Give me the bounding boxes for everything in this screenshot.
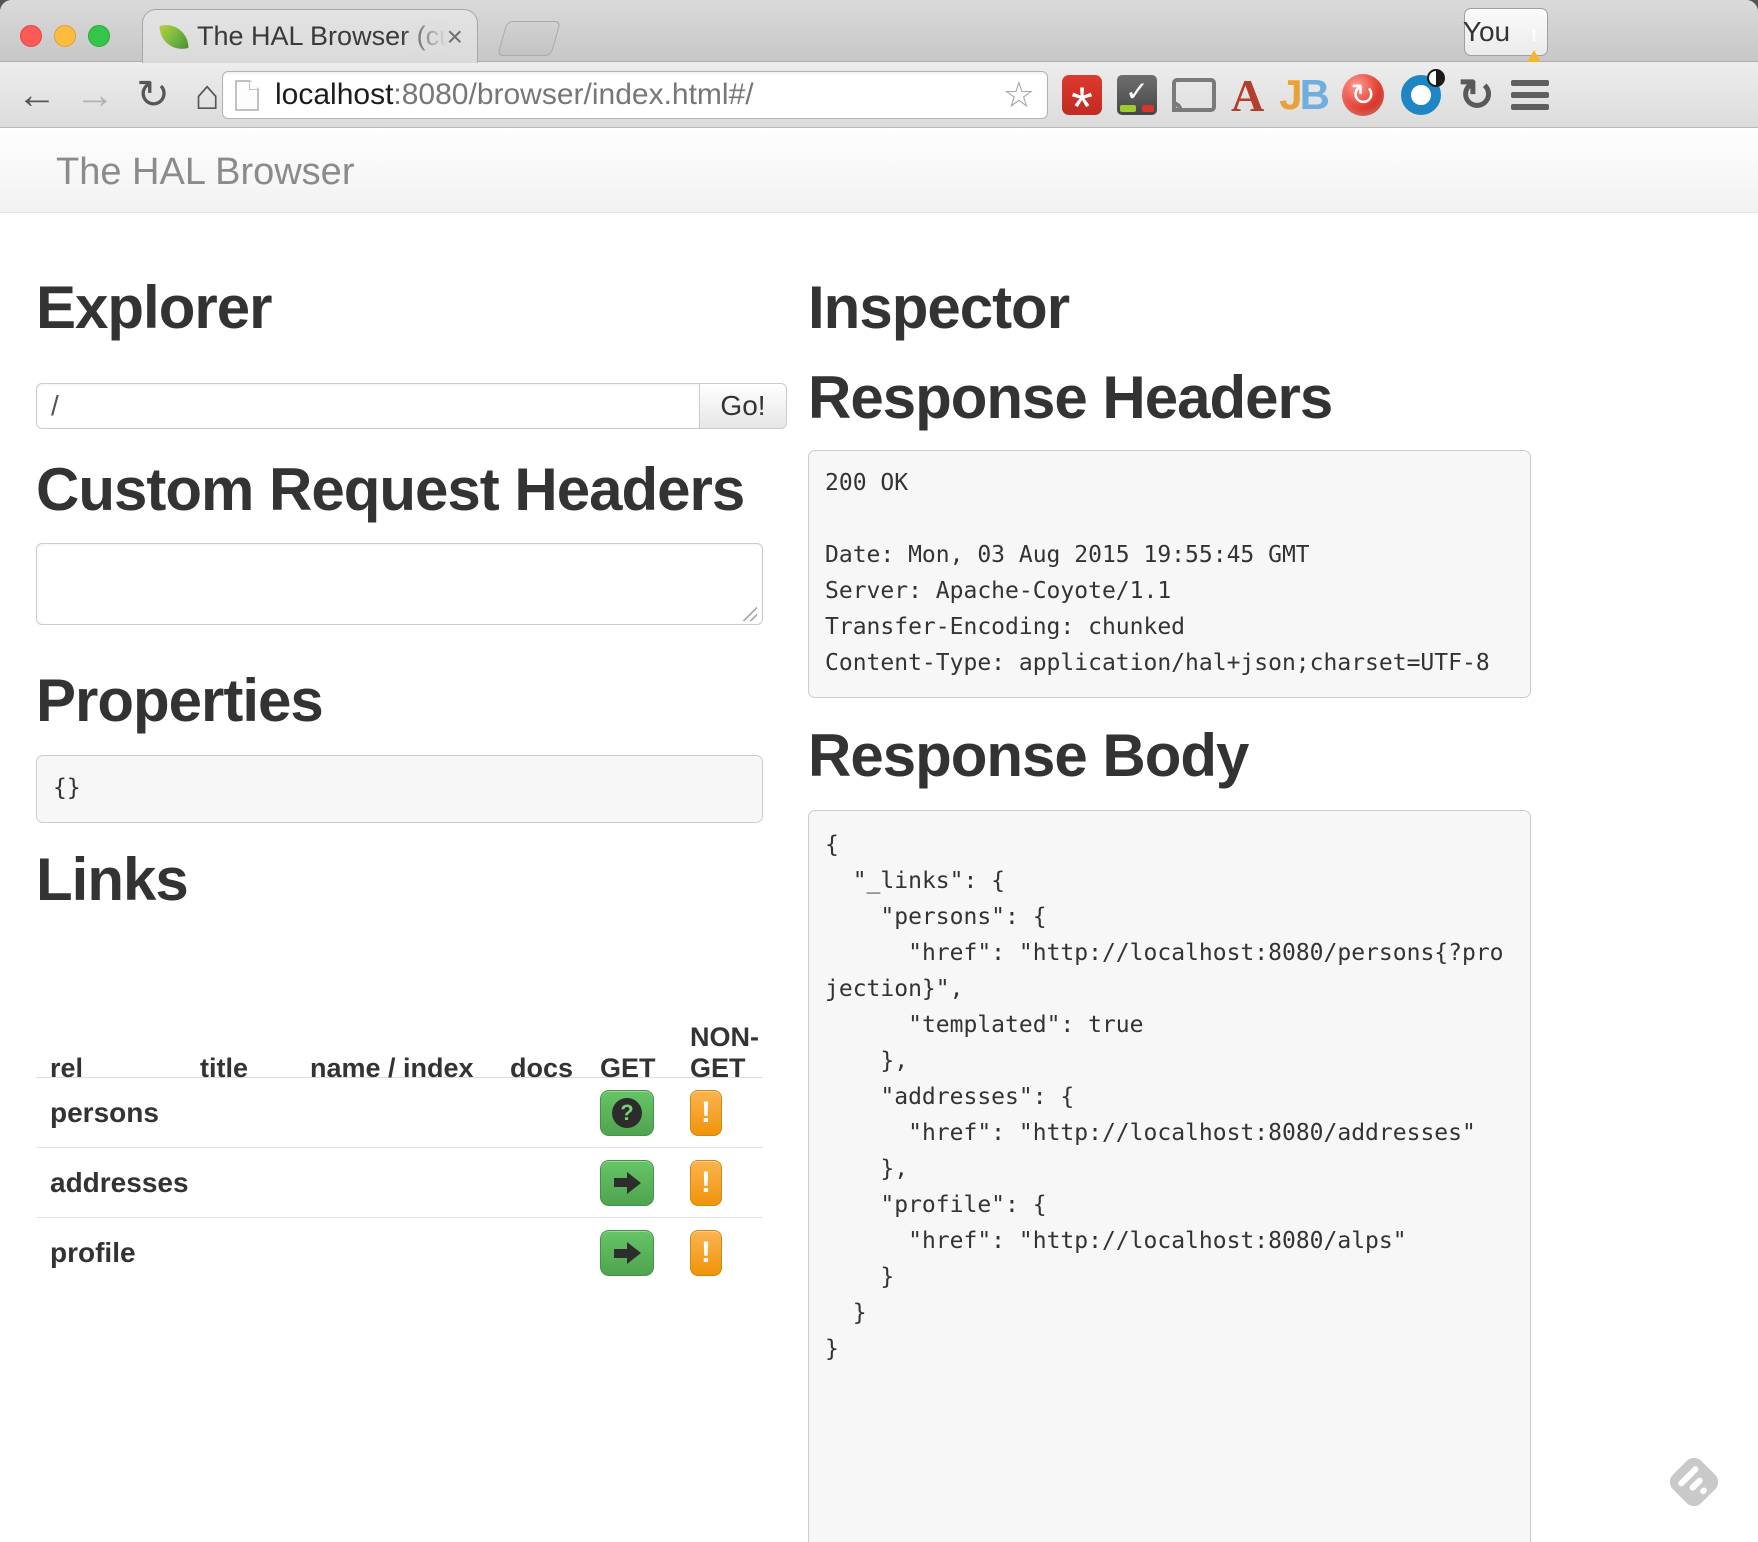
bookmark-star-icon[interactable]: ☆: [1003, 77, 1035, 113]
get-button[interactable]: [600, 1230, 654, 1276]
properties-value: {}: [37, 756, 762, 820]
reload-icon[interactable]: ↻: [130, 72, 176, 118]
custom-request-headers-heading: Custom Request Headers: [36, 460, 744, 520]
jetbrains-icon[interactable]: JB: [1279, 71, 1327, 119]
col-rel: rel: [36, 1053, 186, 1084]
col-name-index: name / index: [296, 1053, 496, 1084]
table-row: addresses !: [36, 1148, 763, 1218]
response-headers-text: 200 OK Date: Mon, 03 Aug 2015 19:55:45 G…: [809, 451, 1530, 695]
session-restore-icon[interactable]: ↻: [1458, 70, 1495, 121]
custom-request-headers-textarea[interactable]: [36, 543, 763, 625]
response-headers-heading: Response Headers: [808, 368, 1332, 428]
window-minimize-button[interactable]: [54, 25, 76, 47]
url-text[interactable]: localhost:8080/browser/index.html#/: [275, 78, 754, 112]
address-bar[interactable]: localhost:8080/browser/index.html#/ ☆: [222, 71, 1048, 119]
site-title: The HAL Browser: [56, 151, 354, 194]
table-row: profile !: [36, 1218, 763, 1288]
checkmark-extension-icon[interactable]: ✓: [1117, 75, 1157, 115]
cast-icon[interactable]: [1172, 78, 1216, 112]
tab-title: The HAL Browser (customiz: [197, 21, 447, 52]
get-button[interactable]: ?: [600, 1090, 654, 1136]
back-icon[interactable]: ←: [14, 72, 60, 118]
window-zoom-button[interactable]: [88, 25, 110, 47]
spring-leaf-favicon: [159, 22, 188, 51]
non-get-button[interactable]: !: [690, 1230, 722, 1276]
table-row: persons ? !: [36, 1078, 763, 1148]
explorer-address-group: Go!: [36, 383, 787, 429]
forward-icon: →: [72, 72, 118, 118]
non-get-button[interactable]: !: [690, 1160, 722, 1206]
page-icon[interactable]: [235, 80, 259, 111]
blue-circle-extension-icon[interactable]: [1399, 73, 1443, 117]
letter-a-extension-icon[interactable]: A: [1231, 69, 1264, 122]
inspector-heading: Inspector: [808, 278, 1069, 338]
col-get: GET: [586, 1053, 676, 1084]
extension-icons: * ✓ A JB ↻ ↻: [1062, 62, 1550, 128]
tab-title-fade: [401, 21, 447, 52]
links-heading: Links: [36, 850, 188, 910]
menu-icon[interactable]: [1510, 80, 1550, 110]
feedly-mini-icon[interactable]: [1666, 1454, 1722, 1510]
window-close-button[interactable]: [20, 25, 42, 47]
warning-icon: !: [1519, 19, 1549, 45]
red-sync-icon[interactable]: ↻: [1342, 74, 1384, 116]
tab-strip: The HAL Browser (customiz × You !: [0, 0, 1758, 62]
response-body-text: { "_links": { "persons": { "href": "http…: [809, 811, 1530, 1383]
properties-heading: Properties: [36, 671, 323, 731]
go-button[interactable]: Go!: [699, 383, 787, 429]
browser-window: The HAL Browser (customiz × You ! ← → ↻ …: [0, 0, 1758, 1542]
rel-label: persons: [36, 1097, 186, 1129]
help-icon: ?: [612, 1098, 642, 1128]
rel-label: addresses: [36, 1167, 186, 1199]
new-tab-button[interactable]: [497, 21, 561, 56]
textarea-resize-grip[interactable]: [741, 605, 757, 621]
response-body-heading: Response Body: [808, 726, 1248, 786]
col-title: title: [186, 1053, 296, 1084]
page-navbar: The HAL Browser: [0, 128, 1758, 213]
col-docs: docs: [496, 1053, 586, 1084]
tab-close-icon[interactable]: ×: [447, 23, 463, 51]
links-table: rel title name / index docs GET NON-GET …: [36, 1022, 763, 1288]
profile-button[interactable]: You !: [1464, 8, 1548, 56]
explorer-heading: Explorer: [36, 278, 271, 338]
col-non-get: NON-GET: [676, 1022, 763, 1084]
explorer-address-input[interactable]: [36, 383, 700, 429]
lastpass-icon[interactable]: *: [1062, 75, 1102, 115]
rel-label: profile: [36, 1237, 186, 1269]
profile-label: You: [1463, 16, 1510, 48]
properties-box: {}: [36, 755, 763, 823]
arrow-right-icon: [614, 1242, 641, 1264]
browser-tab[interactable]: The HAL Browser (customiz ×: [142, 9, 478, 63]
links-table-header: rel title name / index docs GET NON-GET: [36, 1022, 763, 1078]
get-button[interactable]: [600, 1160, 654, 1206]
non-get-button[interactable]: !: [690, 1090, 722, 1136]
response-headers-box: 200 OK Date: Mon, 03 Aug 2015 19:55:45 G…: [808, 450, 1531, 698]
arrow-right-icon: [614, 1172, 641, 1194]
response-body-box: { "_links": { "persons": { "href": "http…: [808, 810, 1531, 1542]
